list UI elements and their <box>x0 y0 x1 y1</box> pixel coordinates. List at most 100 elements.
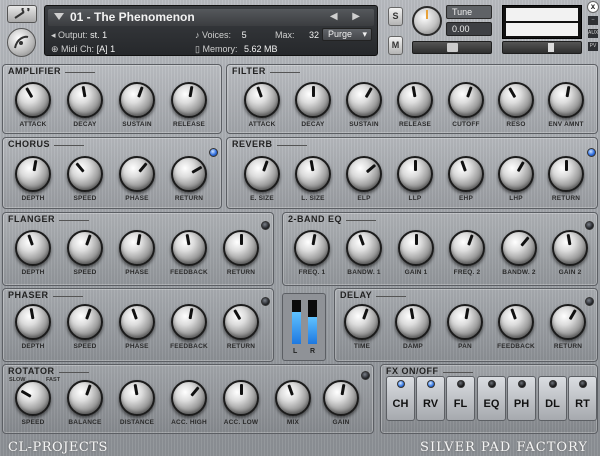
max-voices-row[interactable]: Max: 32 <box>275 30 319 40</box>
pv-button[interactable]: PV <box>588 42 598 51</box>
amplifier-knob-decay[interactable] <box>67 82 103 118</box>
flanger-knob-speed[interactable] <box>67 230 103 266</box>
phaser-knob-return[interactable] <box>223 304 259 340</box>
knob-pointer <box>256 86 263 98</box>
reverb-knob-return[interactable] <box>548 156 584 192</box>
rotator-knob-gain[interactable] <box>323 380 359 416</box>
volume-slider-thumb[interactable] <box>547 43 554 52</box>
menu-icon[interactable]: – <box>588 16 598 25</box>
filter-knob-cutoff[interactable] <box>448 82 484 118</box>
amplifier-knob-release[interactable] <box>171 82 207 118</box>
rotator-knob-speed[interactable] <box>15 380 51 416</box>
rotator-knob-acc-high[interactable] <box>171 380 207 416</box>
filter-knob-reso[interactable] <box>498 82 534 118</box>
reverb-knob-elp[interactable] <box>346 156 382 192</box>
delay-knob-pan[interactable] <box>447 304 483 340</box>
knob-pointer <box>414 160 417 171</box>
solo-button[interactable]: S <box>388 7 403 26</box>
knob-label: SPEED <box>73 343 97 350</box>
flanger-knob-feedback[interactable] <box>171 230 207 266</box>
fx-toggle-ph[interactable]: PH <box>507 376 536 421</box>
fx-toggle-eq[interactable]: EQ <box>477 376 506 421</box>
instrument-nav-arrows-icon[interactable]: ◀ ▶ <box>330 11 366 22</box>
filter-knob-attack[interactable] <box>244 82 280 118</box>
eq-knob-bandw-1[interactable] <box>346 230 382 266</box>
chorus-knob-return[interactable] <box>171 156 207 192</box>
phaser-knob-speed[interactable] <box>67 304 103 340</box>
chevron-down-icon: ▾ <box>362 29 367 39</box>
fx-toggle-dl[interactable]: DL <box>538 376 567 421</box>
output-row[interactable]: ◂ Output: st. 1 <box>51 30 107 41</box>
filter-knob-env-amnt[interactable] <box>548 82 584 118</box>
chorus-power-led[interactable] <box>209 148 218 157</box>
purge-dropdown[interactable]: Purge ▾ <box>322 28 372 41</box>
reverb-knob-llp[interactable] <box>397 156 433 192</box>
fx-toggle-rt[interactable]: RT <box>568 376 597 421</box>
volume-slider[interactable] <box>502 41 582 54</box>
knob-pointer <box>460 160 467 172</box>
phaser-knob-phase[interactable] <box>119 304 155 340</box>
rotator-knob-acc-low[interactable] <box>223 380 259 416</box>
phaser-power-led[interactable] <box>261 297 270 306</box>
fx-toggle-fl[interactable]: FL <box>446 376 475 421</box>
filter-knob-release[interactable] <box>397 82 433 118</box>
fx-toggle-ch[interactable]: CH <box>386 376 415 421</box>
eq-power-led[interactable] <box>585 221 594 230</box>
rotator-knob-mix[interactable] <box>275 380 311 416</box>
reverb-knob-l-size[interactable] <box>295 156 331 192</box>
flanger-power-led[interactable] <box>261 221 270 230</box>
flanger-knob-return[interactable] <box>223 230 259 266</box>
rotator-knob-distance[interactable] <box>119 380 155 416</box>
filter-knob-decay[interactable] <box>295 82 331 118</box>
phaser-knob-depth[interactable] <box>15 304 51 340</box>
reverb-knob-e-size[interactable] <box>244 156 280 192</box>
reverb-knob-lhp[interactable] <box>498 156 534 192</box>
amplifier-knob-sustain[interactable] <box>119 82 155 118</box>
eq-knob-freq-2[interactable] <box>449 230 485 266</box>
eq-knob-bandw-2[interactable] <box>501 230 537 266</box>
collapse-triangle-icon[interactable] <box>54 13 64 20</box>
reverb-power-led[interactable] <box>587 148 596 157</box>
phaser-knob-feedback[interactable] <box>171 304 207 340</box>
delay-knob-time[interactable] <box>344 304 380 340</box>
eq-knob-freq-1[interactable] <box>294 230 330 266</box>
midi-value[interactable]: [A] 1 <box>97 44 116 54</box>
knob-label: FREQ. 1 <box>298 269 326 276</box>
amplifier-knob-attack[interactable] <box>15 82 51 118</box>
reverb-knob-ehp[interactable] <box>448 156 484 192</box>
max-value[interactable]: 32 <box>309 30 319 40</box>
rotator-knob-balance[interactable] <box>67 380 103 416</box>
mute-button[interactable]: M <box>388 36 403 55</box>
delay-knob-feedback[interactable] <box>498 304 534 340</box>
module-title: CHORUS <box>8 139 85 149</box>
tune-value[interactable]: 0.00 <box>446 22 492 36</box>
midi-row[interactable]: ⊕ Midi Ch: [A] 1 <box>51 44 115 55</box>
output-value[interactable]: st. 1 <box>90 30 107 40</box>
instrument-title-bar[interactable]: 01 - The Phenomenon ◀ ▶ <box>48 9 374 26</box>
chorus-knob-speed[interactable] <box>67 156 103 192</box>
close-icon[interactable]: x <box>587 1 599 13</box>
fx-toggle-label: RT <box>575 398 590 410</box>
pan-slider[interactable] <box>412 41 492 54</box>
instrument-name[interactable]: 01 - The Phenomenon <box>70 10 195 24</box>
knob-pointer <box>311 233 317 246</box>
pan-slider-thumb[interactable] <box>446 43 458 52</box>
tune-knob[interactable] <box>412 6 442 36</box>
flanger-knob-depth[interactable] <box>15 230 51 266</box>
vu-left-label: L <box>293 348 298 355</box>
rotator-power-led[interactable] <box>361 371 370 380</box>
eq-knob-gain-2[interactable] <box>552 230 588 266</box>
delay-power-led[interactable] <box>585 297 594 306</box>
knob-pointer <box>81 85 87 98</box>
chorus-knob-phase[interactable] <box>119 156 155 192</box>
flanger-knob-phase[interactable] <box>119 230 155 266</box>
wrench-button[interactable] <box>7 5 37 23</box>
aux-button[interactable]: AUX <box>588 29 598 38</box>
fx-toggle-rv[interactable]: RV <box>416 376 445 421</box>
eq-knob-gain-1[interactable] <box>398 230 434 266</box>
filter-knob-sustain[interactable] <box>346 82 382 118</box>
knob-pointer <box>27 234 34 246</box>
chorus-knob-depth[interactable] <box>15 156 51 192</box>
delay-knob-damp[interactable] <box>395 304 431 340</box>
delay-knob-return[interactable] <box>550 304 586 340</box>
